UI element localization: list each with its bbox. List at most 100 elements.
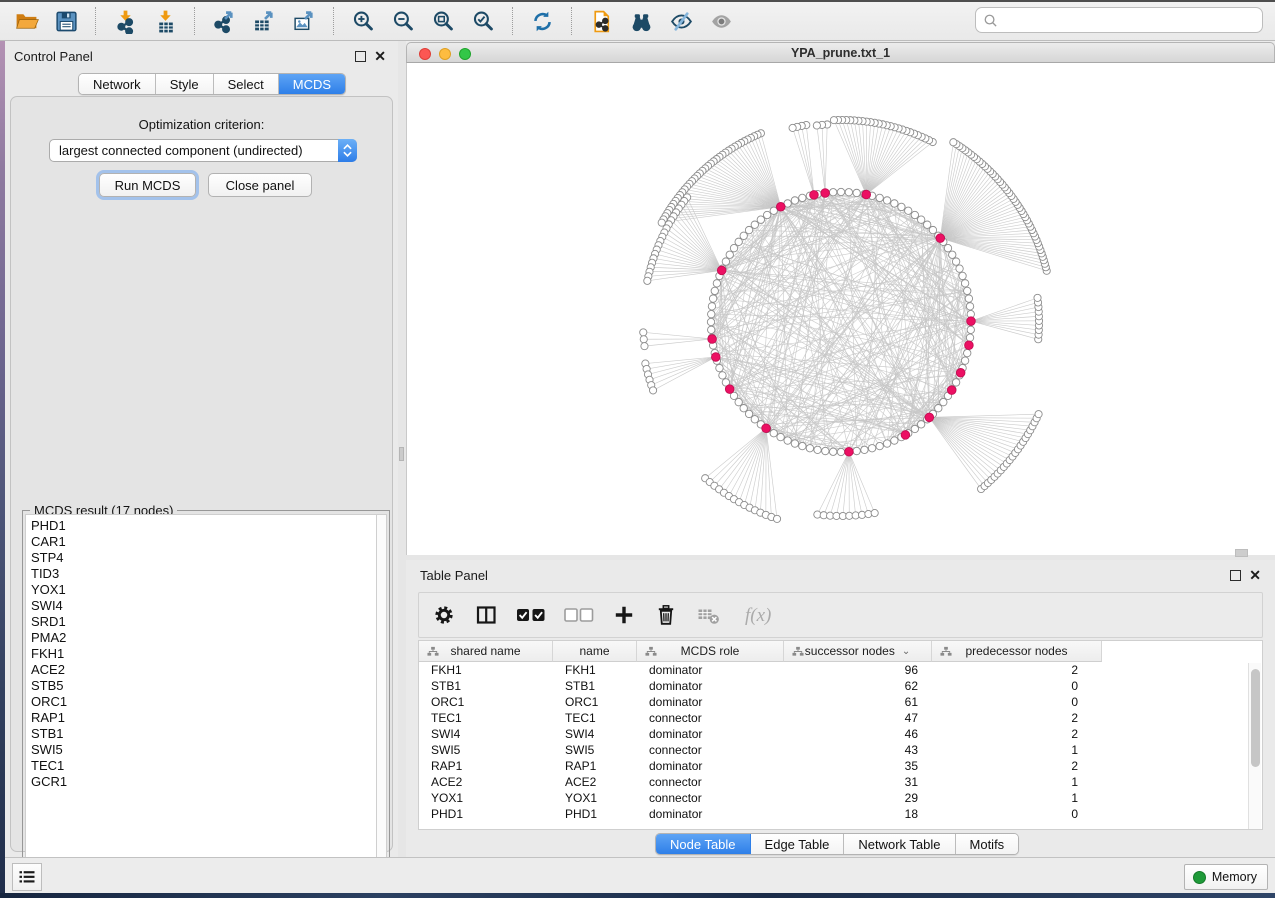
mcds-result-node[interactable]: TEC1	[31, 758, 378, 774]
table-row[interactable]: SWI5SWI5connector431	[419, 742, 1262, 758]
mcds-result-node[interactable]: TID3	[31, 566, 378, 582]
create-column-button[interactable]	[612, 599, 636, 631]
table-row[interactable]: RAP1RAP1dominator352	[419, 758, 1262, 774]
hide-selected-button[interactable]	[664, 6, 698, 36]
table-tab-node-table[interactable]: Node Table	[656, 834, 751, 854]
cell-shared-name: YOX1	[419, 790, 553, 806]
cell-name: FKH1	[553, 662, 637, 678]
float-panel-icon[interactable]	[355, 51, 366, 62]
mcds-result-node[interactable]: STB5	[31, 678, 378, 694]
mcds-result-node[interactable]: SWI5	[31, 742, 378, 758]
unchecked-pair-icon	[564, 603, 594, 627]
refresh-icon	[530, 9, 555, 34]
export-network-button[interactable]	[207, 6, 241, 36]
horizontal-splitter-grip[interactable]	[1235, 549, 1248, 557]
mcds-result-scrollbar[interactable]	[376, 514, 387, 878]
table-scrollbar-thumb[interactable]	[1251, 669, 1260, 767]
mcds-result-node[interactable]: RAP1	[31, 710, 378, 726]
column-header-predecessor-nodes[interactable]: predecessor nodes	[932, 641, 1102, 662]
zoom-selected-button[interactable]	[466, 6, 500, 36]
mcds-result-list[interactable]: PHD1CAR1STP4TID3YOX1SWI4SRD1PMA2FKH1ACE2…	[25, 514, 378, 878]
toggle-panel-mode-button[interactable]	[474, 599, 498, 631]
mcds-result-node[interactable]: ACE2	[31, 662, 378, 678]
checked-pair-icon	[516, 603, 546, 627]
show-all-button	[704, 6, 738, 36]
zoom-fit-content-button[interactable]	[426, 6, 460, 36]
close-panel-button[interactable]: Close panel	[208, 173, 312, 197]
close-table-panel-icon[interactable]: ✕	[1249, 570, 1261, 581]
cell-predecessor-nodes: 2	[932, 662, 1102, 678]
mcds-result-node[interactable]: ORC1	[31, 694, 378, 710]
table-row[interactable]: ORC1ORC1dominator610	[419, 694, 1262, 710]
table-row[interactable]: FKH1FKH1dominator962	[419, 662, 1262, 678]
mcds-result-node[interactable]: PHD1	[31, 518, 378, 534]
cell-predecessor-nodes: 2	[932, 726, 1102, 742]
table-options-button[interactable]	[432, 599, 456, 631]
search-box[interactable]	[975, 7, 1263, 33]
table-row[interactable]: YOX1YOX1connector291	[419, 790, 1262, 806]
table-row[interactable]: PHD1PHD1dominator180	[419, 806, 1262, 822]
task-history-button[interactable]	[12, 863, 42, 891]
optimization-criterion-label: Optimization criterion:	[11, 117, 392, 132]
import-network-button[interactable]	[108, 6, 142, 36]
tab-select[interactable]: Select	[214, 74, 279, 94]
mcds-result-node[interactable]: GCR1	[31, 774, 378, 790]
tab-style[interactable]: Style	[156, 74, 214, 94]
show-all-columns-button[interactable]	[516, 599, 546, 631]
mcds-result-node[interactable]: PMA2	[31, 630, 378, 646]
table-row[interactable]: ACE2ACE2connector311	[419, 774, 1262, 790]
table-tab-edge-table[interactable]: Edge Table	[751, 834, 845, 854]
delete-column-button[interactable]	[654, 599, 678, 631]
zoom-out-icon	[391, 9, 416, 34]
mcds-result-node[interactable]: CAR1	[31, 534, 378, 550]
optimization-criterion-select[interactable]: largest connected component (undirected)	[49, 139, 357, 162]
table-row[interactable]: TEC1TEC1connector472	[419, 710, 1262, 726]
network-canvas[interactable]	[406, 63, 1275, 555]
cell-name: RAP1	[553, 758, 637, 774]
column-header-name[interactable]: name	[553, 641, 637, 662]
new-network-from-selection-button[interactable]	[584, 6, 618, 36]
table-panel: Table Panel ✕ f(x) shared namename MCDS …	[406, 560, 1275, 857]
table-row[interactable]: STB1STB1dominator620	[419, 678, 1262, 694]
cell-name: ACE2	[553, 774, 637, 790]
cell-predecessor-nodes: 1	[932, 774, 1102, 790]
zoom-in-button[interactable]	[346, 6, 380, 36]
table-tab-network-table[interactable]: Network Table	[844, 834, 955, 854]
first-neighbors-button[interactable]	[624, 6, 658, 36]
column-header-successor-nodes[interactable]: successor nodes⌄	[784, 641, 932, 662]
cell-name: SWI5	[553, 742, 637, 758]
mcds-result-node[interactable]: STP4	[31, 550, 378, 566]
mcds-result-node[interactable]: SRD1	[31, 614, 378, 630]
column-header-MCDS-role[interactable]: MCDS role	[637, 641, 784, 662]
tab-network[interactable]: Network	[79, 74, 156, 94]
memory-button[interactable]: Memory	[1184, 864, 1268, 890]
export-table-button[interactable]	[247, 6, 281, 36]
sort-descending-icon: ⌄	[902, 646, 910, 657]
table-row[interactable]: SWI4SWI4dominator462	[419, 726, 1262, 742]
run-mcds-button[interactable]: Run MCDS	[99, 173, 196, 197]
apply-layout-button[interactable]	[525, 6, 559, 36]
vertical-splitter[interactable]	[398, 41, 406, 857]
table-tab-motifs[interactable]: Motifs	[956, 834, 1019, 854]
cell-predecessor-nodes: 2	[932, 758, 1102, 774]
search-input[interactable]	[998, 10, 1262, 30]
float-table-panel-icon[interactable]	[1230, 570, 1241, 581]
mcds-result-node[interactable]: SWI4	[31, 598, 378, 614]
zoom-out-button[interactable]	[386, 6, 420, 36]
import-table-button[interactable]	[148, 6, 182, 36]
save-session-button[interactable]	[49, 6, 83, 36]
open-file-button[interactable]	[9, 6, 43, 36]
mcds-result-node[interactable]: STB1	[31, 726, 378, 742]
mcds-result-node[interactable]: FKH1	[31, 646, 378, 662]
table-scrollbar[interactable]	[1248, 663, 1261, 830]
tab-mcds[interactable]: MCDS	[279, 74, 345, 94]
close-panel-icon[interactable]: ✕	[374, 51, 386, 62]
hide-all-columns-button[interactable]	[564, 599, 594, 631]
vertical-splitter-grip[interactable]	[399, 447, 404, 461]
export-image-button[interactable]	[287, 6, 321, 36]
column-header-shared-name[interactable]: shared name	[419, 641, 553, 662]
mcds-result-node[interactable]: YOX1	[31, 582, 378, 598]
cell-shared-name: SWI4	[419, 726, 553, 742]
cell-name: STB1	[553, 678, 637, 694]
cell-shared-name: SWI5	[419, 742, 553, 758]
